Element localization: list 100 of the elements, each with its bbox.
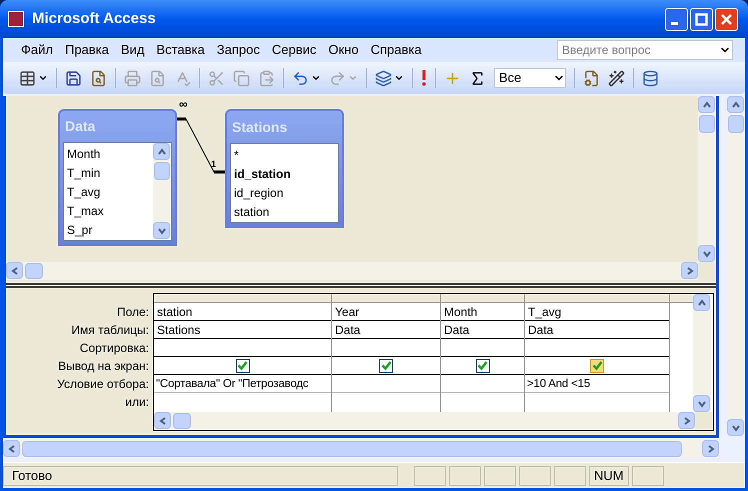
scroll-thumb[interactable] — [728, 115, 744, 133]
table-cell[interactable]: Data — [525, 321, 669, 339]
status-panel — [449, 466, 481, 486]
menu-item[interactable]: Вставка — [150, 40, 211, 60]
scroll-left-button[interactable] — [3, 440, 20, 457]
horizontal-scrollbar[interactable] — [6, 262, 698, 280]
chevron-up-icon — [156, 146, 168, 158]
scroll-thumb[interactable] — [699, 115, 715, 133]
scroll-down-button[interactable] — [727, 419, 744, 436]
magic-wand-icon — [608, 70, 625, 86]
scroll-right-button[interactable] — [702, 440, 719, 457]
table-cell[interactable]: T_avg — [525, 303, 669, 321]
table-cell[interactable]: Data — [441, 321, 524, 339]
table-title: Data — [64, 117, 96, 136]
menu-item[interactable]: Запрос — [210, 40, 266, 60]
scroll-thumb[interactable] — [154, 162, 170, 180]
row-label: Сортировка: — [80, 340, 149, 357]
printer-icon — [124, 70, 141, 86]
field-name[interactable]: id_station — [234, 165, 338, 184]
field-name[interactable]: id_region — [234, 184, 338, 203]
row-label: Условие отбора: — [57, 376, 149, 393]
vertical-scrollbar[interactable] — [693, 294, 711, 412]
table-box[interactable]: Data Month T_min T_avg T_max S_pr — [58, 109, 177, 246]
scroll-left-button[interactable] — [154, 412, 171, 429]
table-cell[interactable]: "Сортавала" Or "Петрозаводс — [156, 374, 308, 392]
scroll-down-button[interactable] — [693, 395, 710, 412]
field-name[interactable]: T_max — [67, 202, 153, 221]
table-icon — [19, 70, 36, 86]
checkmark-icon — [380, 360, 392, 371]
table-cell[interactable]: Data — [332, 321, 440, 339]
status-panel — [519, 466, 551, 486]
table-cell[interactable] — [154, 357, 331, 375]
close-icon — [720, 12, 733, 26]
menu-item[interactable]: Окно — [322, 40, 365, 60]
caret-icon — [38, 73, 48, 83]
menu-item[interactable]: Правка — [58, 40, 115, 60]
show-checkbox[interactable] — [590, 358, 604, 372]
row-label: или: — [125, 394, 149, 411]
window-title: Microsoft Access — [32, 8, 156, 29]
scissors-icon — [208, 70, 225, 86]
table-cell[interactable]: >10 And <15 — [527, 374, 590, 392]
field-name[interactable]: S_pr — [67, 221, 153, 240]
scroll-up-button[interactable] — [727, 96, 744, 113]
table-cell[interactable]: Stations — [154, 321, 331, 339]
one-label: 1 — [211, 160, 216, 169]
scroll-right-button[interactable] — [678, 412, 695, 429]
field-name[interactable]: * — [234, 146, 338, 165]
vertical-scrollbar[interactable] — [153, 143, 171, 239]
layers-icon — [375, 70, 392, 86]
copy-icon — [233, 70, 250, 86]
status-panel — [632, 466, 664, 486]
document-gear-icon — [583, 70, 600, 86]
many-label: ∞ — [179, 98, 188, 110]
scroll-down-button[interactable] — [153, 222, 170, 239]
caret-icon — [311, 73, 321, 83]
undo-icon — [292, 70, 309, 86]
database-icon — [642, 70, 659, 86]
menu-item[interactable]: Справка — [364, 40, 428, 60]
field-name[interactable]: station — [234, 203, 338, 222]
scroll-left-button[interactable] — [6, 262, 23, 279]
scroll-up-button[interactable] — [698, 96, 715, 113]
scroll-up-button[interactable] — [693, 294, 710, 311]
horizontal-scrollbar[interactable] — [154, 412, 695, 430]
close-button[interactable] — [715, 8, 738, 30]
table-cell[interactable]: station — [154, 303, 331, 321]
show-checkbox[interactable] — [236, 358, 250, 372]
table-cell[interactable] — [525, 357, 669, 375]
table-cell[interactable]: Month — [441, 303, 524, 321]
clipboard-icon — [258, 70, 275, 86]
vertical-scrollbar[interactable] — [727, 96, 745, 436]
redo-icon — [329, 70, 346, 86]
scroll-thumb[interactable] — [22, 441, 682, 457]
menu-item[interactable]: Вид — [114, 40, 150, 60]
field-name[interactable]: T_min — [67, 164, 153, 183]
checkmark-icon — [592, 360, 602, 371]
table-cell[interactable] — [332, 357, 440, 375]
menu-item[interactable]: Файл — [15, 40, 59, 60]
table-cell[interactable]: Year — [332, 303, 440, 321]
chevron-left-icon — [156, 414, 168, 426]
status-panel — [484, 466, 516, 486]
maximize-button[interactable] — [690, 8, 713, 30]
table-cell[interactable] — [441, 357, 524, 375]
menu-item[interactable]: Сервис — [266, 40, 322, 60]
chevron-up-icon — [696, 296, 708, 308]
field-name[interactable]: Month — [67, 145, 153, 164]
minimize-button[interactable] — [665, 8, 688, 30]
scroll-up-button[interactable] — [153, 143, 170, 160]
show-checkbox[interactable] — [379, 358, 393, 372]
show-checkbox[interactable] — [476, 358, 490, 372]
horizontal-scrollbar[interactable] — [3, 440, 719, 458]
chevron-up-icon — [700, 98, 712, 110]
top-values-field[interactable]: Все — [494, 68, 566, 88]
scroll-thumb[interactable] — [25, 263, 43, 279]
scroll-down-button[interactable] — [698, 245, 715, 262]
field-name[interactable]: T_avg — [67, 183, 153, 202]
scroll-thumb[interactable] — [173, 413, 191, 429]
scroll-right-button[interactable] — [681, 262, 698, 279]
app-key-icon — [8, 11, 24, 27]
vertical-scrollbar[interactable] — [698, 96, 716, 262]
table-box[interactable]: Stations * id_station id_region station — [225, 109, 344, 228]
